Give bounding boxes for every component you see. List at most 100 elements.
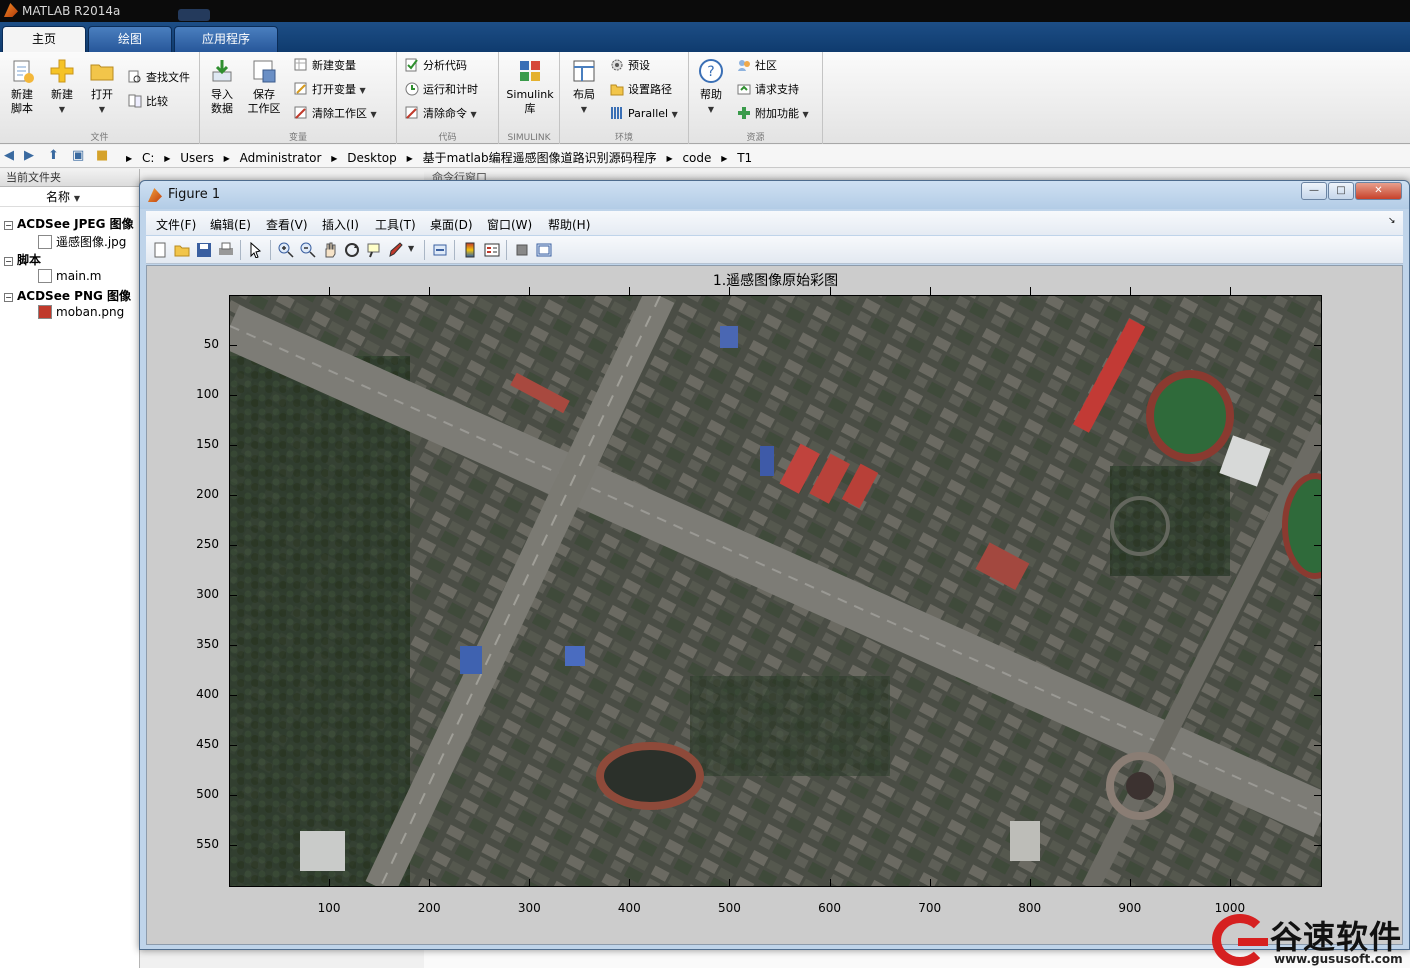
browse-folder-icon[interactable]: ▣: [72, 149, 88, 163]
simulink-library-button[interactable]: Simulink 库: [505, 56, 555, 116]
breadcrumb-item[interactable]: Users: [180, 151, 214, 165]
image-axes[interactable]: [229, 295, 1322, 887]
file-group-jpeg[interactable]: − ACDSee JPEG 图像: [4, 215, 134, 232]
run-and-time-button[interactable]: 运行和计时: [405, 80, 478, 100]
brush-caret-icon[interactable]: ▼: [408, 244, 424, 260]
collapse-icon[interactable]: −: [4, 293, 13, 302]
close-button[interactable]: ✕: [1355, 182, 1402, 200]
open-file-icon[interactable]: [174, 242, 190, 258]
data-cursor-icon[interactable]: [366, 242, 382, 258]
zoom-in-icon[interactable]: [278, 242, 294, 258]
open-button[interactable]: 打开 ▼: [82, 56, 122, 117]
up-folder-icon[interactable]: ⬆: [48, 149, 64, 163]
save-figure-icon[interactable]: [196, 242, 212, 258]
tab-apps[interactable]: 应用程序: [174, 26, 278, 52]
file-item[interactable]: 遥感图像.jpg: [38, 233, 126, 250]
x-tick-mark: [1229, 879, 1231, 887]
menu-edit[interactable]: 编辑(E): [210, 216, 251, 233]
rotate-3d-icon[interactable]: [344, 242, 360, 258]
breadcrumb-item[interactable]: 基于matlab编程遥感图像道路识别源码程序: [423, 151, 657, 165]
breadcrumb-item[interactable]: T1: [737, 151, 752, 165]
menu-insert[interactable]: 插入(I): [322, 216, 359, 233]
new-button[interactable]: 新建 ▼: [42, 56, 82, 117]
file-item[interactable]: main.m: [38, 269, 102, 283]
breadcrumb-item[interactable]: Administrator: [240, 151, 322, 165]
breadcrumb-item[interactable]: Desktop: [347, 151, 397, 165]
colorbar-icon[interactable]: [462, 242, 478, 258]
tab-home[interactable]: 主页: [2, 26, 86, 52]
print-icon[interactable]: [218, 242, 234, 258]
new-variable-button[interactable]: 新建变量: [294, 56, 356, 76]
brush-icon[interactable]: [388, 242, 404, 258]
simulink-group: Simulink 库 SIMULINK: [499, 52, 560, 144]
clear-commands-icon: [405, 106, 418, 119]
edit-plot-arrow-icon[interactable]: [248, 242, 264, 258]
menu-desktop[interactable]: 桌面(D): [430, 216, 473, 233]
m-file-icon: [38, 269, 52, 283]
preferences-button[interactable]: 预设: [610, 56, 650, 76]
show-plot-tools-icon[interactable]: [536, 242, 552, 258]
back-arrow-icon[interactable]: ◀: [4, 149, 20, 163]
community-icon: [738, 60, 750, 71]
link-plot-icon[interactable]: [432, 242, 448, 258]
compare-button[interactable]: 比较: [128, 92, 168, 112]
y-tick-label: 50: [203, 337, 219, 351]
request-support-button[interactable]: 请求支持: [737, 80, 799, 100]
dock-arrow-icon[interactable]: ↘: [1388, 216, 1396, 226]
new-label: 新建: [51, 88, 73, 101]
import-data-button[interactable]: 导入 数据: [202, 56, 242, 116]
file-group-scripts[interactable]: − 脚本: [4, 251, 41, 268]
file-item[interactable]: moban.png: [38, 305, 124, 319]
menu-view[interactable]: 查看(V): [266, 216, 308, 233]
import-data-icon: [212, 60, 232, 82]
x-tick-mark: [829, 879, 831, 887]
collapse-icon[interactable]: −: [4, 221, 13, 230]
y-tick-mark-right: [1314, 795, 1322, 796]
menu-file[interactable]: 文件(F): [156, 216, 196, 233]
name-column-header[interactable]: 名称 ▼: [0, 187, 139, 207]
add-ons-button[interactable]: 附加功能 ▼: [737, 104, 809, 124]
menu-tools[interactable]: 工具(T): [375, 216, 416, 233]
x-tick-mark: [929, 879, 931, 887]
parallel-button[interactable]: Parallel ▼: [610, 104, 678, 124]
layout-button[interactable]: 布局 ▼: [564, 56, 604, 117]
current-folder-panel: 当前文件夹 名称 ▼ − ACDSee JPEG 图像 遥感图像.jpg − 脚本 …: [0, 169, 140, 968]
menu-help[interactable]: 帮助(H): [548, 216, 590, 233]
pan-hand-icon[interactable]: [322, 242, 338, 258]
figure-title-bar[interactable]: Figure 1 — □ ✕: [140, 181, 1409, 209]
hide-plot-tools-icon[interactable]: [514, 242, 530, 258]
minimize-button[interactable]: —: [1301, 182, 1327, 200]
breadcrumb-item[interactable]: C:: [142, 151, 154, 165]
legend-icon[interactable]: [484, 242, 500, 258]
community-button[interactable]: 社区: [737, 56, 777, 76]
file-group-png[interactable]: − ACDSee PNG 图像: [4, 287, 131, 304]
maximize-button[interactable]: □: [1328, 182, 1354, 200]
new-script-button[interactable]: 新建 脚本: [2, 56, 42, 116]
save-workspace-button[interactable]: 保存 工作区: [244, 56, 284, 116]
toolbar-separator: [424, 240, 425, 260]
layout-label: 布局: [573, 88, 595, 101]
find-files-button[interactable]: 查找文件: [128, 68, 190, 88]
analyze-code-button[interactable]: 分析代码: [405, 56, 467, 76]
collapse-icon[interactable]: −: [4, 257, 13, 266]
tab-plots[interactable]: 绘图: [88, 26, 172, 52]
clear-workspace-button[interactable]: 清除工作区 ▼: [294, 104, 377, 124]
preferences-label: 预设: [628, 59, 650, 72]
file-group-label: ACDSee PNG 图像: [17, 289, 132, 303]
plot-title: 1.遥感图像原始彩图: [712, 273, 839, 289]
watermark-g-bar: [1238, 938, 1268, 946]
zoom-out-icon[interactable]: [300, 242, 316, 258]
add-ons-plus-icon: [738, 107, 750, 119]
x-tick-label: 900: [1118, 901, 1142, 915]
find-files-icon: [128, 70, 141, 83]
set-path-button[interactable]: 设置路径: [610, 80, 672, 100]
clear-commands-button[interactable]: 清除命令 ▼: [405, 104, 477, 124]
menu-window[interactable]: 窗口(W): [487, 216, 532, 233]
help-button[interactable]: ? 帮助 ▼: [691, 56, 731, 117]
x-tick-mark: [629, 879, 631, 887]
forward-arrow-icon[interactable]: ▶: [24, 149, 40, 163]
breadcrumb-item[interactable]: code: [682, 151, 711, 165]
new-figure-icon[interactable]: [152, 242, 168, 258]
open-variable-button[interactable]: 打开变量 ▼: [294, 80, 366, 100]
simulink-library-icon: [520, 61, 540, 81]
